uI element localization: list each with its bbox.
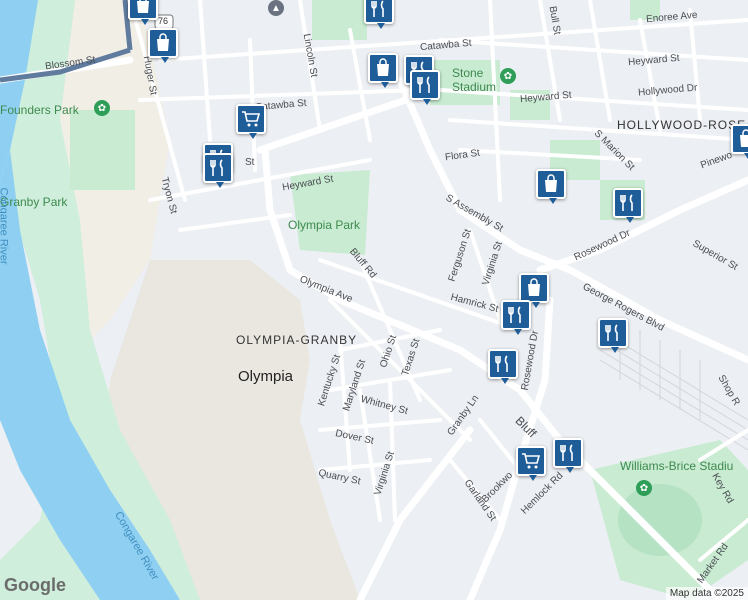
granby-park-label: Granby Park: [0, 195, 68, 209]
williams-brice-label: Williams-Brice Stadiu: [620, 459, 734, 473]
google-logo: Google: [4, 575, 66, 595]
williams-brice-park-icon: ✿: [636, 480, 652, 496]
map-canvas[interactable]: Blossom St Huger St Lincoln St Catawba S…: [0, 0, 748, 600]
restaurant-icon[interactable]: [364, 0, 394, 29]
stadium-park-icon: ✿: [500, 68, 516, 84]
st-stub-label: St: [245, 157, 255, 168]
shopping-bag-icon[interactable]: [148, 28, 178, 63]
map-data-attribution[interactable]: Map data ©2025: [665, 587, 748, 600]
shopping-bag-icon[interactable]: [519, 273, 549, 308]
restaurant-icon[interactable]: [553, 438, 583, 473]
restaurant-icon[interactable]: [501, 300, 531, 335]
founders-park-label: Founders Park: [0, 103, 79, 117]
restaurant-icon[interactable]: [203, 153, 233, 188]
map-base: [0, 0, 748, 600]
restaurant-icon[interactable]: [598, 318, 628, 353]
hollywood-rose-label: HOLLYWOOD-ROSE: [617, 118, 747, 132]
restaurant-icon[interactable]: [410, 70, 440, 105]
grocery-cart-icon[interactable]: [516, 446, 546, 481]
grocery-cart-icon[interactable]: [236, 104, 266, 139]
olympia-granby-label: OLYMPIA-GRANBY: [236, 333, 358, 347]
restaurant-icon[interactable]: [613, 188, 643, 223]
olympia-park-label: Olympia Park: [288, 218, 361, 232]
shopping-bag-icon[interactable]: [731, 124, 748, 159]
olympia-label: Olympia: [238, 368, 294, 385]
restaurant-icon[interactable]: [488, 349, 518, 384]
shopping-bag-icon[interactable]: [128, 0, 158, 25]
graduation-icon: ▲: [268, 0, 284, 16]
congaree-river-left-label: Congaree River: [0, 187, 10, 265]
shopping-bag-icon[interactable]: [368, 53, 398, 88]
stadium-label: Stone Stadium: [452, 66, 497, 94]
shopping-bag-icon[interactable]: [536, 169, 566, 204]
route-76-shield: 76: [158, 16, 169, 26]
park-icon: ✿: [94, 100, 110, 116]
